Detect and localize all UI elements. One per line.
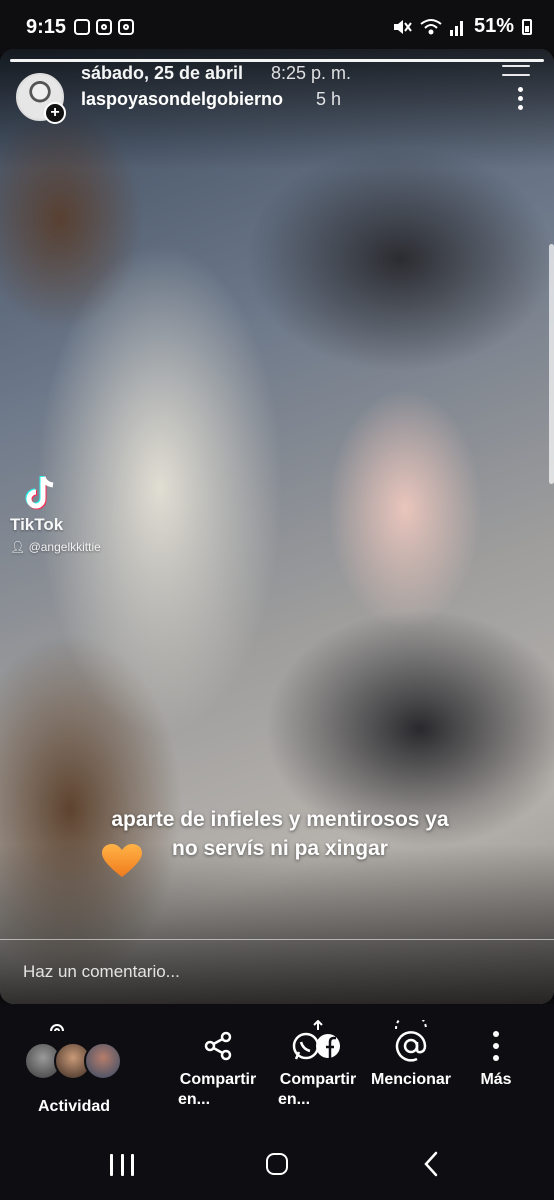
- share-label-2: en...: [178, 1091, 211, 1108]
- status-notification-icons: [74, 19, 134, 35]
- story-age: 5 h: [316, 89, 342, 109]
- tiktok-brand: TikTok: [10, 515, 64, 534]
- mute-icon: [393, 19, 412, 34]
- mention-label: Mencionar: [370, 1071, 451, 1088]
- story-date: sábado, 25 de abril: [81, 63, 244, 83]
- edge-panel-handle[interactable]: [549, 244, 554, 484]
- story-username[interactable]: laspoyasondelgobierno: [81, 89, 283, 110]
- instagram-icon: [118, 19, 134, 35]
- activity-button[interactable]: Actividad: [24, 1020, 134, 1130]
- wifi-icon: [420, 18, 442, 34]
- share-apps-label-2: en...: [278, 1091, 311, 1108]
- share-label-1: Compartir: [179, 1071, 257, 1088]
- tiktok-handle-text: @angelkkittie: [28, 540, 101, 554]
- at-mention-icon: [395, 1031, 427, 1062]
- share-apps-label-1: Compartir: [279, 1071, 357, 1088]
- instagram-icon: [96, 19, 112, 35]
- story-progress-bar: [10, 59, 544, 62]
- home-button[interactable]: [266, 1153, 288, 1175]
- activity-label: Actividad: [38, 1098, 111, 1115]
- battery-icon: [522, 18, 532, 35]
- upload-arrow-icon: [313, 1020, 323, 1030]
- story-time: 8:25 p. m.: [271, 63, 352, 83]
- recents-button[interactable]: [110, 1154, 134, 1176]
- mention-indicator-icon: [395, 1020, 427, 1030]
- system-nav-bar: [0, 1140, 554, 1200]
- comment-placeholder: Haz un comentario...: [23, 962, 180, 981]
- share-to-apps-button[interactable]: Compartir en...: [276, 1020, 360, 1110]
- caption-line-1: aparte de infieles y mentirosos ya: [111, 808, 449, 831]
- add-story-icon[interactable]: +: [44, 102, 66, 124]
- more-button[interactable]: Más: [474, 1020, 518, 1090]
- back-button[interactable]: [424, 1151, 438, 1177]
- more-vertical-icon: [493, 1031, 499, 1061]
- gallery-icon: [74, 19, 90, 35]
- status-time: 9:15: [26, 16, 67, 38]
- share-icon: [204, 1031, 232, 1061]
- user-icon: 👤︎: [10, 540, 26, 554]
- whatsapp-facebook-icon: [292, 1032, 340, 1060]
- story-more-icon[interactable]: [518, 87, 524, 114]
- comment-input[interactable]: Haz un comentario...: [0, 939, 554, 999]
- story-viewer[interactable]: + sábado, 25 de abril 8:25 p. m. laspoya…: [0, 49, 554, 1004]
- status-bar: 9:15 51%: [0, 0, 554, 54]
- menu-icon[interactable]: [502, 65, 530, 83]
- story-actions-bar: Actividad Compartir en... Compartir en..…: [0, 1004, 554, 1140]
- orange-heart-icon: [102, 844, 142, 877]
- tiktok-handle: 👤︎ @angelkkittie: [10, 540, 101, 554]
- signal-icon: [449, 20, 463, 36]
- battery-percent: 51%: [473, 15, 514, 37]
- activity-indicator-icon: [50, 1024, 64, 1032]
- more-label: Más: [480, 1071, 512, 1088]
- viewer-avatar: [84, 1042, 122, 1080]
- status-right: 51%: [392, 15, 532, 38]
- share-button[interactable]: Compartir en...: [176, 1020, 260, 1110]
- mention-button[interactable]: Mencionar: [368, 1020, 454, 1090]
- tiktok-icon: [25, 476, 54, 510]
